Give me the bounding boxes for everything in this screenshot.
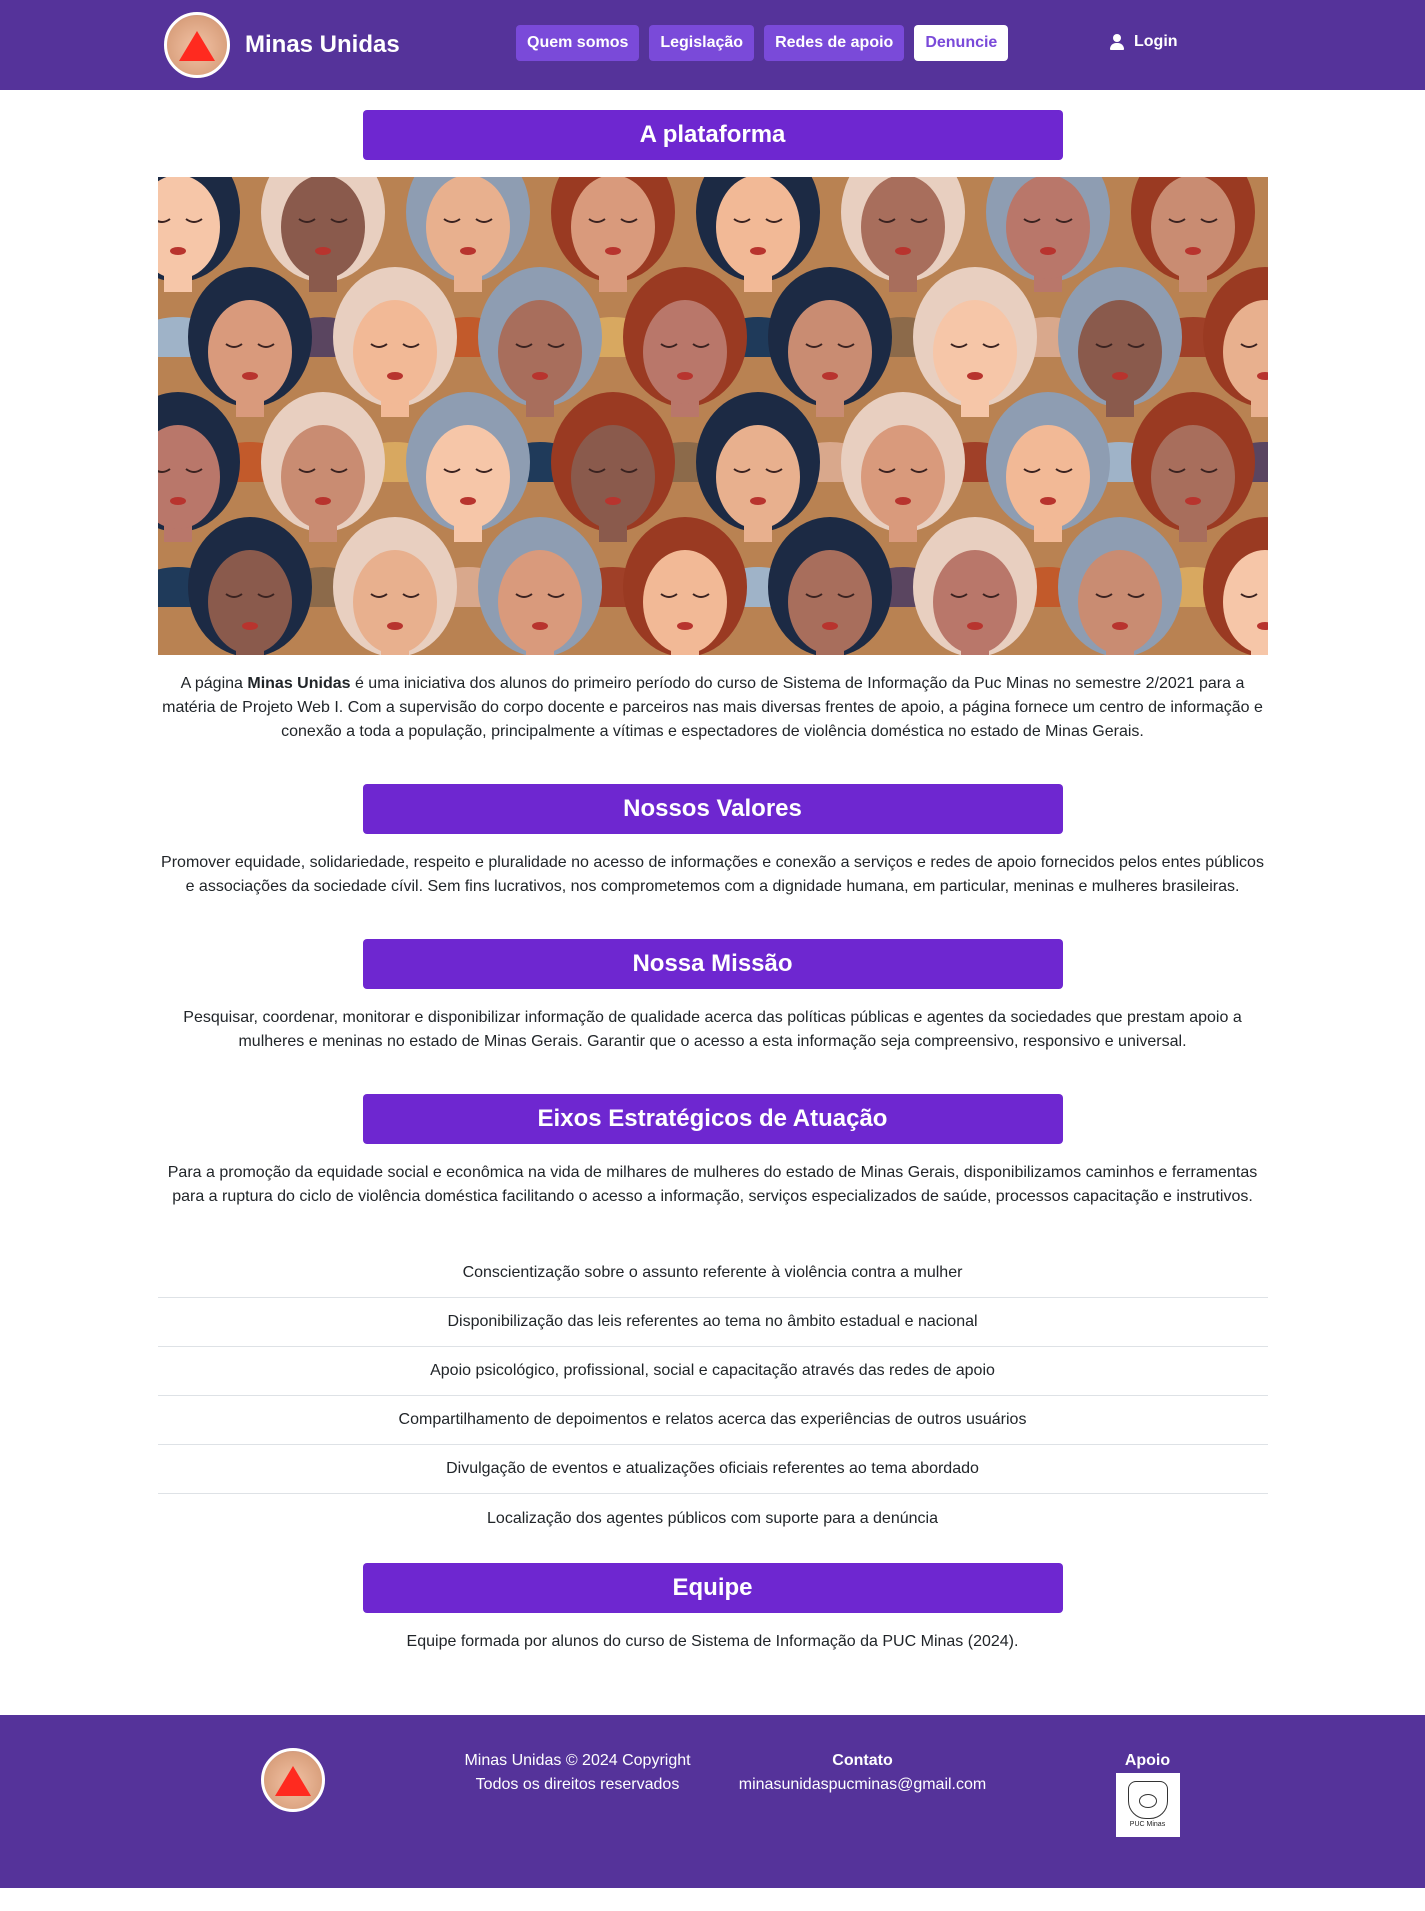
values-title: Nossos Valores [362,784,1063,834]
list-item: Compartilhamento de depoimentos e relato… [157,1396,1268,1445]
nav-links: Quem somos Legislação Redes de apoio Den… [516,25,1009,61]
axes-text: Para a promoção da equidade social e eco… [167,1164,1258,1205]
copyright-text: Minas Unidas © 2024 Copyright [464,1752,691,1769]
contact-title: Contato [832,1752,893,1769]
seal-label: PUC Minas [1129,1821,1166,1828]
nav-link-quem-somos[interactable]: Quem somos [516,25,640,61]
contact-email-link[interactable]: minasunidaspucminas@gmail.com [730,1773,995,1797]
main-content: A plataforma A página Minas Unidas é uma… [157,110,1268,1654]
mission-title: Nossa Missão [362,939,1063,989]
platform-brand-bold: Minas Unidas [247,675,351,692]
footer-contact: Contato minasunidaspucminas@gmail.com [730,1749,995,1797]
navbar: Minas Unidas Quem somos Legislação Redes… [0,0,1425,90]
support-title: Apoio [1124,1752,1171,1769]
nav-link-denuncie[interactable]: Denuncie [914,25,1009,61]
nav-link-redes-de-apoio[interactable]: Redes de apoio [764,25,905,61]
nav-link-legislacao[interactable]: Legislação [649,25,755,61]
footer-support: Apoio PUC Minas [1100,1749,1195,1837]
values-text: Promover equidade, solidariedade, respei… [161,854,1264,895]
axes-title: Eixos Estratégicos de Atuação [362,1094,1063,1144]
list-item: Divulgação de eventos e atualizações ofi… [157,1445,1268,1494]
platform-text: A página Minas Unidas é uma iniciativa d… [162,675,1263,740]
women-faces-illustration [157,177,1268,655]
platform-title: A plataforma [362,110,1063,160]
axes-list: Conscientização sobre o assunto referent… [157,1249,1268,1543]
footer-copyright: Minas Unidas © 2024 Copyright Todos os d… [440,1749,715,1797]
brand[interactable]: Minas Unidas [164,12,400,78]
login-link[interactable]: Login [1110,33,1178,51]
rights-text: Todos os direitos reservados [475,1776,680,1793]
puc-minas-seal-icon[interactable]: PUC Minas [1115,1773,1180,1837]
footer-logo-icon [261,1748,325,1812]
list-item: Conscientização sobre o assunto referent… [157,1249,1268,1298]
team-title: Equipe [362,1563,1063,1613]
brand-name: Minas Unidas [245,31,400,58]
list-item: Apoio psicológico, profissional, social … [157,1347,1268,1396]
list-item: Disponibilização das leis referentes ao … [157,1298,1268,1347]
mission-text: Pesquisar, coordenar, monitorar e dispon… [183,1009,1242,1050]
login-label: Login [1134,33,1178,50]
user-icon [1110,34,1124,50]
team-text: Equipe formada por alunos do curso de Si… [406,1633,1019,1650]
footer: Minas Unidas © 2024 Copyright Todos os d… [0,1715,1425,1888]
brand-logo-icon [164,12,230,78]
list-item: Localização dos agentes públicos com sup… [487,1509,938,1527]
hero-illustration [157,177,1268,655]
